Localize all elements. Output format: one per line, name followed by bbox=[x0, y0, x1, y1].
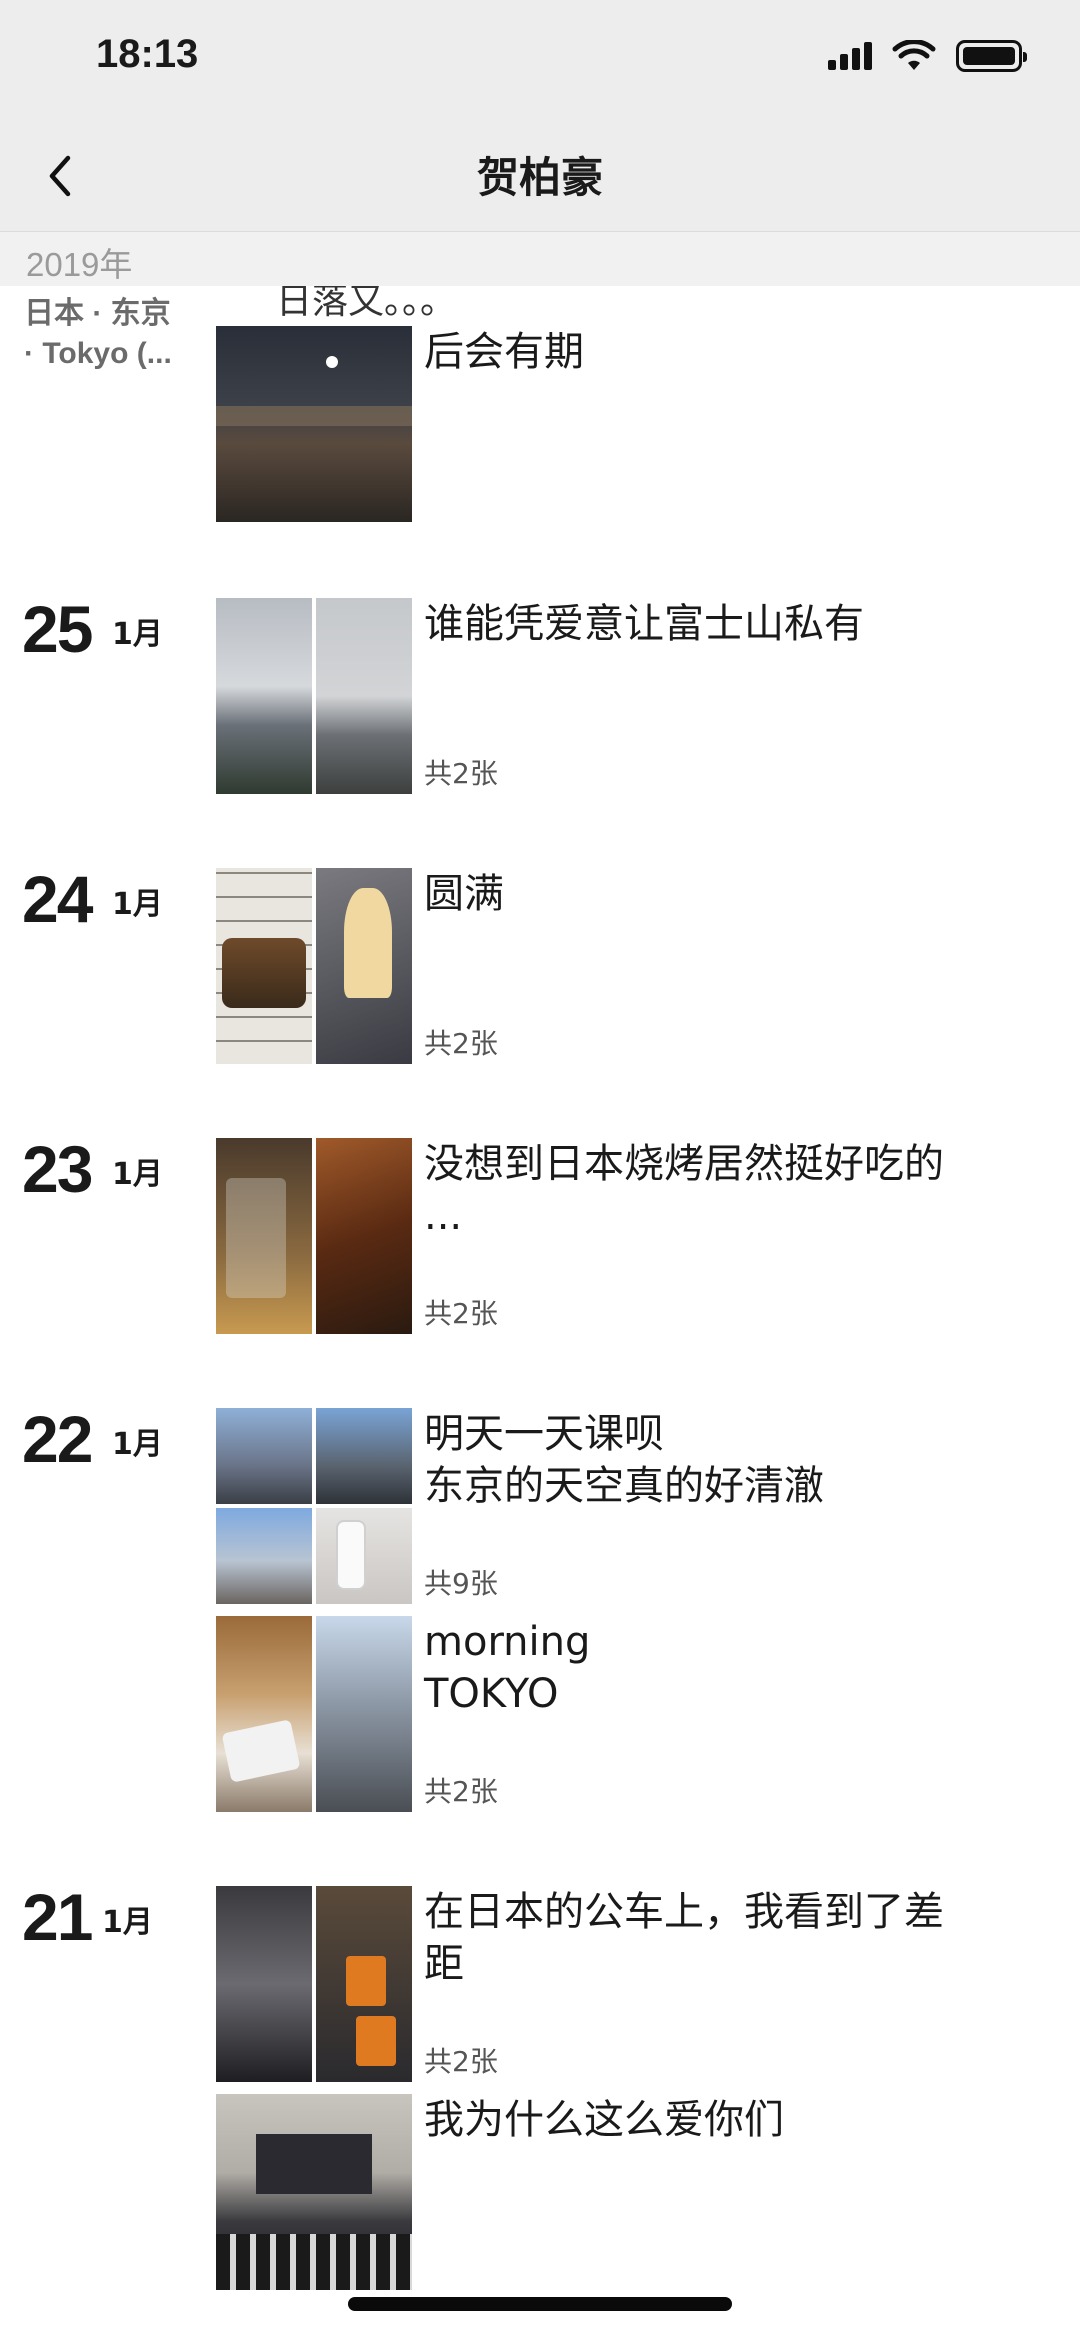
location-text: 日本 · 东京 · Tokyo (... bbox=[24, 297, 172, 370]
photo-count: 共2张 bbox=[424, 1775, 498, 1808]
date-month: 1月 bbox=[112, 1427, 163, 1462]
post-item[interactable]: 我为什么这么爱你们 bbox=[216, 2094, 1016, 2290]
home-indicator[interactable] bbox=[348, 2297, 732, 2311]
post-thumbnail[interactable] bbox=[216, 868, 412, 1064]
date-month: 1月 bbox=[112, 1157, 163, 1192]
post-thumbnail[interactable] bbox=[216, 1886, 412, 2082]
date-month: 1月 bbox=[112, 617, 163, 652]
photo-count: 共9张 bbox=[424, 1567, 498, 1600]
date-day: 24 bbox=[22, 862, 93, 936]
post-caption: 圆满 bbox=[424, 871, 504, 917]
date-day: 21 bbox=[22, 1880, 93, 1954]
post-thumbnail[interactable] bbox=[216, 1408, 412, 1604]
post-thumbnail[interactable] bbox=[216, 326, 412, 522]
post-caption: 没想到日本烧烤居然挺好吃的 ... bbox=[424, 1141, 944, 1239]
date-day: 25 bbox=[22, 592, 93, 666]
post-thumbnail[interactable] bbox=[216, 1616, 412, 1812]
page-title: 贺柏豪 bbox=[476, 153, 603, 202]
post-item[interactable]: morning TOKYO 共2张 bbox=[216, 1616, 1016, 1812]
status-bar: 18:13 bbox=[0, 0, 1080, 120]
status-time: 18:13 bbox=[96, 32, 199, 76]
post-item[interactable]: 在日本的公车上，我看到了差 距 共2张 bbox=[216, 1886, 1016, 2082]
post-thumbnail[interactable] bbox=[216, 598, 412, 794]
nav-bar: 贺柏豪 bbox=[0, 120, 1080, 232]
date-month: 1月 bbox=[102, 1905, 153, 1940]
location-label[interactable]: 日本 · 东京 · Tokyo (... bbox=[24, 294, 204, 374]
date-day: 22 bbox=[22, 1402, 93, 1476]
photo-count: 共2张 bbox=[424, 1027, 498, 1060]
post-item[interactable]: 圆满 共2张 bbox=[216, 868, 1016, 1064]
post-caption: 明天一天课呗 东京的天空真的好清澈 bbox=[424, 1411, 824, 1509]
wifi-icon bbox=[892, 40, 936, 70]
post-caption: 我为什么这么爱你们 bbox=[424, 2097, 784, 2143]
status-icons bbox=[828, 40, 1027, 72]
post-thumbnail[interactable] bbox=[216, 2094, 412, 2290]
date-day: 23 bbox=[22, 1132, 93, 1206]
post-item[interactable]: 没想到日本烧烤居然挺好吃的 ... 共2张 bbox=[216, 1138, 1016, 1334]
battery-icon bbox=[956, 40, 1027, 72]
date-month: 1月 bbox=[112, 887, 163, 922]
post-item[interactable]: 后会有期 bbox=[216, 326, 1016, 522]
year-label: 2019年 bbox=[26, 246, 133, 283]
photo-count: 共2张 bbox=[424, 757, 498, 790]
post-caption: 谁能凭爱意让富士山私有 bbox=[424, 601, 864, 647]
post-caption: 后会有期 bbox=[424, 329, 584, 375]
photo-count: 共2张 bbox=[424, 2045, 498, 2078]
post-caption: 在日本的公车上，我看到了差 距 bbox=[424, 1889, 944, 1987]
post-item[interactable]: 谁能凭爱意让富士山私有 共2张 bbox=[216, 598, 1016, 794]
post-caption: morning TOKYO bbox=[424, 1619, 591, 1717]
post-thumbnail[interactable] bbox=[216, 1138, 412, 1334]
photo-count: 共2张 bbox=[424, 1297, 498, 1330]
year-header: 2019年 bbox=[0, 232, 1080, 286]
signal-icon bbox=[828, 42, 872, 70]
post-item[interactable]: 明天一天课呗 东京的天空真的好清澈 共9张 bbox=[216, 1408, 1016, 1604]
